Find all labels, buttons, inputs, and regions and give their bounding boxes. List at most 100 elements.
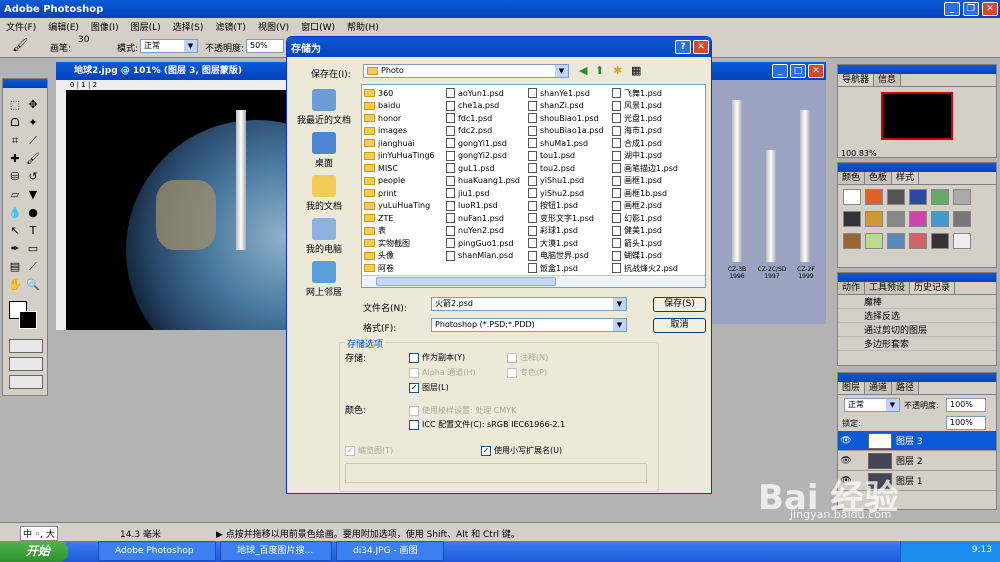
file-item[interactable]: 彩球1.psd [528,225,612,238]
file-item[interactable]: 画框1.psd [612,175,702,188]
folder-item[interactable]: baidu [364,100,444,113]
tab-actions[interactable]: 动作 [838,282,866,294]
brush-icon[interactable]: 🖌 [12,38,29,53]
file-item[interactable]: tou2.psd [528,162,612,175]
fill-field[interactable]: 100% [946,416,986,430]
type-icon[interactable]: T [25,223,41,239]
restore-icon[interactable]: ❐ [963,2,979,16]
filename-field[interactable]: 火箭2.psd ▼ [431,297,627,311]
navigator-zoom[interactable]: 100.83% [841,149,877,158]
file-item[interactable]: che1a.psd [446,100,528,113]
menu-item[interactable]: 选择(S) [167,20,210,33]
file-item[interactable]: nuYen2.psd [446,225,528,238]
healing-icon[interactable]: ✚ [7,151,23,167]
style-swatch[interactable] [865,211,883,227]
rocket-close-icon[interactable]: ✕ [808,64,824,78]
eye-icon[interactable]: 👁 [838,456,854,466]
folder-item[interactable]: MISC [364,162,444,175]
menu-item[interactable]: 窗口(W) [295,20,341,33]
hand-icon[interactable]: ✋ [7,277,23,293]
style-swatch[interactable] [843,233,861,249]
minimize-icon[interactable]: _ [944,2,960,16]
file-item[interactable]: 画框1b.psd [612,187,702,200]
as-copy-option[interactable]: 作为副本(Y) [409,352,465,363]
file-item[interactable]: 湖中1.psd [612,150,702,163]
history-item[interactable]: 选择反选 [838,309,996,323]
file-item[interactable]: shouBiao1.psd [528,112,612,125]
blur-icon[interactable]: 💧 [7,205,23,221]
history-brush-icon[interactable]: ↺ [25,169,41,185]
crop-icon[interactable]: ⌗ [7,133,23,149]
menu-item[interactable]: 编辑(E) [42,20,85,33]
layer-opacity-field[interactable]: 100% [946,398,986,412]
notes-icon[interactable]: ▤ [7,259,23,275]
file-item[interactable]: 抗战烽火2.psd [612,262,702,275]
layer-row[interactable]: 👁 图层 2 [838,451,996,471]
style-swatch[interactable] [865,189,883,205]
menu-item[interactable]: 文件(F) [0,20,42,33]
style-swatch[interactable] [843,211,861,227]
lasso-icon[interactable]: ᗝ [7,115,23,131]
history-item[interactable]: 通过剪切的图层 [838,323,996,337]
folder-item[interactable]: jinYuHuaTing6 [364,150,444,163]
folder-item[interactable]: 表 [364,225,444,238]
style-swatch[interactable] [953,211,971,227]
brush-tool-icon[interactable]: 🖌 [25,151,41,167]
shape-icon[interactable]: ▭ [25,241,41,257]
rocket-min-icon[interactable]: _ [772,64,788,78]
clock[interactable]: 9:13 [972,545,992,555]
place-network[interactable]: 网上邻居 [293,261,355,298]
screen-mode-icon[interactable] [9,357,43,371]
file-item[interactable]: 箭头1.psd [612,237,702,250]
folder-item[interactable]: people [364,175,444,188]
back-icon[interactable]: ◀ [579,64,587,77]
style-swatch[interactable] [909,211,927,227]
file-item[interactable]: 健美1.psd [612,225,702,238]
file-list-scrollbar[interactable] [362,275,705,287]
menu-item[interactable]: 滤镜(T) [209,20,252,33]
lowercase-ext-option[interactable]: ✓ 使用小写扩展名(U) [481,445,562,456]
tab-swatches[interactable]: 色板 [865,172,893,184]
tab-layers[interactable]: 图层 [838,382,866,394]
file-item[interactable]: 饭盒1.psd [528,262,612,275]
file-item[interactable]: gongYi1.psd [446,137,528,150]
folder-item[interactable]: 实物截图 [364,237,444,250]
style-swatch[interactable] [909,233,927,249]
document-canvas[interactable] [66,90,288,330]
eraser-icon[interactable]: ▱ [7,187,23,203]
file-list[interactable]: 360 baidu honor images jianghuai jinYuHuaTing… [361,84,706,288]
layer-row[interactable]: 👁 图层 3 [838,431,996,451]
folder-item[interactable]: 阿卷 [364,262,444,275]
task-photoshop[interactable]: Adobe Photoshop [98,541,216,561]
place-my-computer[interactable]: 我的电脑 [293,218,355,255]
new-folder-icon[interactable]: ✱ [613,64,622,77]
file-item[interactable]: guL1.psd [446,162,528,175]
file-item[interactable]: shanMian.psd [446,250,528,263]
tab-channels[interactable]: 通道 [865,382,893,394]
tab-styles[interactable]: 样式 [892,172,920,184]
format-dropdown[interactable]: Photoshop (*.PSD;*.PDD) ▼ [431,318,627,332]
path-select-icon[interactable]: ↖ [7,223,23,239]
bucket-icon[interactable]: ▼ [25,187,41,203]
file-item[interactable]: 幻影1.psd [612,212,702,225]
file-item[interactable]: 电脑世界.psd [528,250,612,263]
file-item[interactable]: fdc1.psd [446,112,528,125]
pen-icon[interactable]: ✒ [7,241,23,257]
style-swatch[interactable] [843,189,861,205]
menu-item[interactable]: 图像(I) [85,20,125,33]
place-my-documents[interactable]: 我的文档 [293,175,355,212]
file-item[interactable]: pingGuo1.psd [446,237,528,250]
style-swatch[interactable] [931,211,949,227]
folder-item[interactable]: honor [364,112,444,125]
file-item[interactable]: shanYe1.psd [528,87,612,100]
file-item[interactable]: 按钮1.psd [528,200,612,213]
history-item[interactable]: 魔棒 [838,295,996,309]
file-item[interactable]: yiShu2.psd [528,187,612,200]
navigator-thumbnail[interactable] [881,92,953,140]
help-icon[interactable]: ? [675,40,691,54]
file-item[interactable]: nuFan1.psd [446,212,528,225]
opacity-field[interactable]: 50% [246,39,284,53]
background-color[interactable] [19,311,37,329]
menu-item[interactable]: 视图(V) [252,20,295,33]
layers-option[interactable]: ✓ 图层(L) [409,382,449,393]
